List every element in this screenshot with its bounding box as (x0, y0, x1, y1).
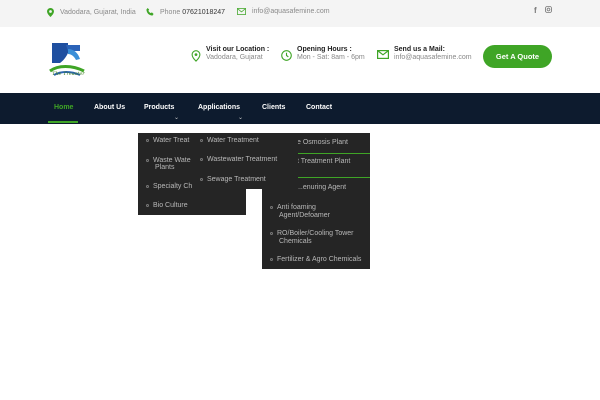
submenu-item[interactable]: Fertilizer & Agro Chemicals (270, 256, 361, 264)
main-navigation: Home About Us Products ⌄ Applications ⌄ … (0, 93, 600, 124)
site-header: The Treaster Visit our Location : Vadoda… (0, 27, 600, 93)
submenu-item-label: Fertilizer & Agro Chemicals (277, 256, 362, 263)
dropdown-item-label: Specialty Ch (153, 183, 193, 190)
submenu-item-continued[interactable]: Chemicals (279, 238, 312, 246)
topbar-phone-label: Phone (160, 8, 181, 16)
location-pin-icon (47, 8, 54, 17)
bullet-icon (270, 231, 273, 235)
submenu-item[interactable]: Anti foaming (270, 204, 316, 212)
header-hours-title: Opening Hours : (297, 46, 352, 53)
nav-item-applications-label: Applications (198, 104, 241, 111)
dropdown-item-label: Waste Wate (153, 157, 191, 164)
topbar-phone-number[interactable]: 07621018247 (182, 9, 225, 16)
topbar-location: Vadodara, Gujarat, India (47, 8, 136, 17)
bullet-icon (270, 257, 273, 261)
nav-item-applications[interactable]: Applications ⌄ (198, 104, 243, 121)
submenu-item[interactable]: t Treatment Plant (297, 158, 350, 166)
nav-item-contact[interactable]: Contact (306, 104, 332, 111)
header-mail-value[interactable]: info@aquasafemine.com (394, 54, 472, 61)
nav-item-products[interactable]: Products ⌄ (144, 104, 179, 121)
facebook-icon[interactable]: f (534, 6, 537, 15)
nav-active-indicator (48, 121, 78, 123)
submenu-item-label: Anti foaming (277, 204, 316, 211)
bullet-icon (146, 203, 149, 207)
submenu-active-line (298, 177, 370, 178)
topbar-location-text: Vadodara, Gujarat, India (60, 9, 136, 16)
header-hours: Opening Hours : Mon - Sat: 8am - 6pm (281, 46, 365, 61)
header-location-value: Vadodara, Gujarat (206, 54, 263, 61)
dropdown-item-label: Bio Culture (153, 202, 188, 209)
nav-item-home[interactable]: Home (54, 104, 73, 111)
envelope-icon (237, 8, 246, 15)
header-mail-title: Send us a Mail: (394, 46, 445, 53)
dropdown-item-sewage-treatment[interactable]: Sewage Treatment (200, 176, 266, 184)
dropdown-item-wastewater-treatment[interactable]: Wastewater Treatment (200, 156, 277, 164)
chevron-down-icon: ⌄ (174, 115, 180, 121)
instagram-icon[interactable] (545, 6, 552, 13)
bullet-icon (200, 177, 203, 181)
header-location: Visit our Location : Vadodara, Gujarat (191, 46, 269, 62)
dropdown-item-label: Sewage Treatment (207, 176, 266, 183)
bullet-icon (146, 158, 149, 162)
topbar-email[interactable]: info@aquasafemine.com (237, 8, 330, 15)
nav-item-products-label: Products (144, 104, 175, 111)
header-hours-value: Mon - Sat: 8am - 6pm (297, 54, 365, 61)
top-contact-bar: Vadodara, Gujarat, India Phone 076210182… (0, 0, 600, 27)
submenu-item[interactable]: RO/Boiler/Cooling Tower (270, 230, 354, 238)
phone-icon (146, 8, 154, 16)
dropdown-item[interactable]: Specialty Ch (146, 183, 192, 191)
bullet-icon (146, 138, 149, 142)
bullet-icon (146, 184, 149, 188)
submenu-item[interactable]: ...enuring Agent (297, 184, 346, 192)
dropdown-item-continued[interactable]: Plants (155, 164, 174, 172)
dropdown-item-label: Wastewater Treatment (207, 156, 278, 163)
logo-caption: The Treaster (52, 71, 85, 77)
bullet-icon (200, 157, 203, 161)
submenu-item-continued[interactable]: Agent/Defoamer (279, 212, 330, 220)
bullet-icon (270, 205, 273, 209)
nav-item-about-us[interactable]: About Us (94, 104, 125, 111)
topbar-phone[interactable]: Phone 07621018247 (146, 8, 225, 16)
location-pin-icon (191, 50, 201, 62)
dropdown-item-label: Water Treat (153, 137, 190, 144)
bullet-icon (200, 138, 203, 142)
chevron-down-icon: ⌄ (238, 115, 244, 121)
get-a-quote-button[interactable]: Get A Quote (483, 45, 552, 68)
nav-item-clients[interactable]: Clients (262, 104, 285, 111)
dropdown-item[interactable]: Water Treat (146, 137, 189, 145)
applications-dropdown: Water Treatment Wastewater Treatment Sew… (192, 133, 298, 189)
topbar-email-text[interactable]: info@aquasafemine.com (252, 8, 330, 15)
header-location-title: Visit our Location : (206, 46, 270, 53)
dropdown-item[interactable]: Bio Culture (146, 202, 188, 210)
dropdown-item-label: Water Treatment (207, 137, 259, 144)
header-mail: Send us a Mail: info@aquasafemine.com (377, 46, 472, 61)
submenu-item-label: RO/Boiler/Cooling Tower (277, 230, 354, 237)
submenu-active-line (298, 153, 370, 154)
envelope-icon (377, 50, 389, 59)
dropdown-item-water-treatment[interactable]: Water Treatment (200, 137, 259, 145)
submenu-item[interactable]: e Osmosis Plant (297, 139, 348, 147)
clock-icon (281, 50, 292, 61)
